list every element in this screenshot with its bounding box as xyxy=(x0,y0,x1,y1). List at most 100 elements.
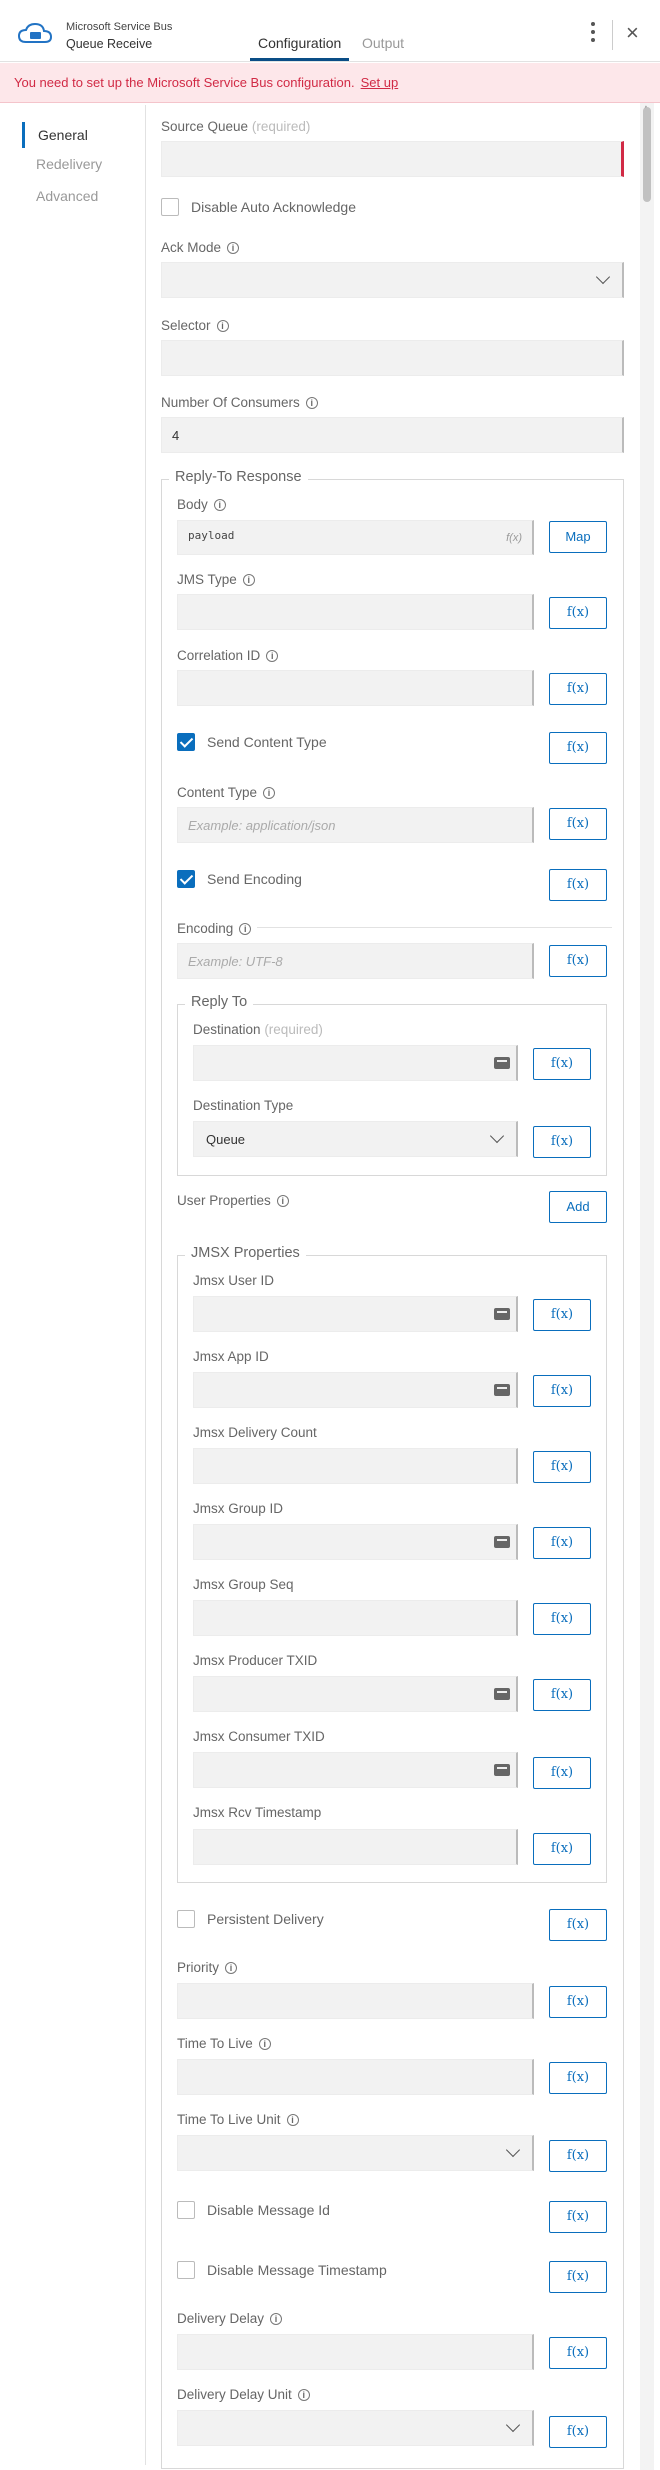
jmsx-properties-legend: JMSX Properties xyxy=(185,1245,306,1261)
jmsx-group-id-input[interactable] xyxy=(193,1524,518,1560)
disable-message-timestamp-checkbox[interactable] xyxy=(177,2261,195,2279)
info-icon: i xyxy=(297,2389,310,2401)
cloud-icon xyxy=(18,22,52,43)
jms-type-fx-button[interactable]: f(x) xyxy=(549,597,607,629)
jmsx-group-seq-fx-button[interactable]: f(x) xyxy=(533,1603,591,1635)
jmsx-delivery-count-fx-button[interactable]: f(x) xyxy=(533,1451,591,1483)
encoding-divider xyxy=(257,927,612,928)
jmsx-producer-txid-fx-button[interactable]: f(x) xyxy=(533,1679,591,1711)
user-properties-label: User Properties i xyxy=(177,1193,289,1208)
encoding-fx-button[interactable]: f(x) xyxy=(549,945,607,977)
jmsx-delivery-count-input[interactable] xyxy=(193,1448,518,1484)
jmsx-app-id-input[interactable] xyxy=(193,1372,518,1408)
info-icon: i xyxy=(213,499,226,511)
source-queue-input[interactable] xyxy=(161,141,624,177)
disable-message-id-checkbox[interactable] xyxy=(177,2201,195,2219)
persistent-delivery-fx-button[interactable]: f(x) xyxy=(549,1909,607,1941)
ack-mode-select[interactable] xyxy=(161,262,624,298)
destination-type-fx-button[interactable]: f(x) xyxy=(533,1126,591,1158)
more-menu-icon[interactable] xyxy=(588,22,598,46)
jmsx-rcv-timestamp-input[interactable] xyxy=(193,1829,518,1865)
sidebar-item-general[interactable]: General xyxy=(22,122,88,148)
info-icon: i xyxy=(239,923,252,935)
send-content-type-checkbox[interactable] xyxy=(177,733,195,751)
scrollbar-thumb[interactable] xyxy=(643,107,651,202)
delivery-delay-unit-select[interactable] xyxy=(177,2410,534,2446)
jmsx-app-id-fx-button[interactable]: f(x) xyxy=(533,1375,591,1407)
destination-input[interactable] xyxy=(193,1045,518,1081)
priority-fx-button[interactable]: f(x) xyxy=(549,1986,607,2018)
priority-label: Priority i xyxy=(177,1960,238,1975)
chevron-down-icon xyxy=(505,2417,521,2433)
destination-fx-button[interactable]: f(x) xyxy=(533,1048,591,1080)
map-button[interactable]: Map xyxy=(549,521,607,553)
tab-output[interactable]: Output xyxy=(362,35,404,51)
info-icon: i xyxy=(242,574,255,586)
jms-type-label: JMS Type i xyxy=(177,572,255,587)
reply-to-response-legend: Reply-To Response xyxy=(169,469,308,485)
persistent-delivery-label: Persistent Delivery xyxy=(207,1911,324,1927)
sidebar-item-advanced[interactable]: Advanced xyxy=(22,188,98,204)
setup-link[interactable]: Set up xyxy=(361,75,399,90)
send-encoding-fx-button[interactable]: f(x) xyxy=(549,869,607,901)
time-to-live-unit-fx-button[interactable]: f(x) xyxy=(549,2140,607,2172)
jmsx-user-id-fx-button[interactable]: f(x) xyxy=(533,1299,591,1331)
disable-message-id-fx-button[interactable]: f(x) xyxy=(549,2201,607,2233)
send-content-type-fx-button[interactable]: f(x) xyxy=(549,732,607,764)
send-content-type-label: Send Content Type xyxy=(207,734,327,750)
delivery-delay-fx-button[interactable]: f(x) xyxy=(549,2337,607,2369)
sidebar-item-redelivery[interactable]: Redelivery xyxy=(22,156,102,172)
priority-input[interactable] xyxy=(177,1983,534,2019)
jms-type-input[interactable] xyxy=(177,594,534,630)
ack-mode-label: Ack Mode i xyxy=(161,240,240,255)
send-encoding-checkbox[interactable] xyxy=(177,870,195,888)
info-icon: i xyxy=(305,397,318,409)
add-user-property-button[interactable]: Add xyxy=(549,1191,607,1223)
jmsx-consumer-txid-fx-button[interactable]: f(x) xyxy=(533,1757,591,1789)
content-type-label: Content Type i xyxy=(177,785,276,800)
jmsx-producer-txid-input[interactable] xyxy=(193,1676,518,1712)
delivery-delay-unit-label: Delivery Delay Unit i xyxy=(177,2387,310,2402)
jmsx-group-seq-input[interactable] xyxy=(193,1600,518,1636)
content-type-fx-button[interactable]: f(x) xyxy=(549,808,607,840)
jmsx-consumer-txid-input[interactable] xyxy=(193,1752,518,1788)
info-icon: i xyxy=(258,2038,271,2050)
jmsx-group-seq-label: Jmsx Group Seq xyxy=(193,1577,294,1592)
info-icon: i xyxy=(276,1195,289,1207)
scrollbar[interactable]: ▲ xyxy=(640,103,654,2470)
body-input[interactable]: payload f(x) xyxy=(177,520,534,555)
close-icon[interactable]: × xyxy=(626,22,639,44)
destination-type-select[interactable]: Queue xyxy=(193,1121,518,1157)
sidebar-divider xyxy=(145,105,146,2465)
time-to-live-unit-label: Time To Live Unit i xyxy=(177,2112,299,2127)
number-of-consumers-input[interactable]: 4 xyxy=(161,417,624,453)
delivery-delay-input[interactable] xyxy=(177,2334,534,2370)
tab-configuration[interactable]: Configuration xyxy=(258,35,341,59)
jmsx-group-id-fx-button[interactable]: f(x) xyxy=(533,1527,591,1559)
content-type-input[interactable]: Example: application/json xyxy=(177,807,534,843)
encoding-label: Encoding i xyxy=(177,921,252,936)
time-to-live-unit-select[interactable] xyxy=(177,2135,534,2171)
jmsx-user-id-input[interactable] xyxy=(193,1296,518,1332)
delivery-delay-label: Delivery Delay i xyxy=(177,2311,283,2326)
fx-inline-icon: f(x) xyxy=(506,532,522,544)
correlation-id-label: Correlation ID i xyxy=(177,648,279,663)
chevron-down-icon xyxy=(595,269,611,285)
encoding-input[interactable]: Example: UTF-8 xyxy=(177,943,534,979)
disable-auto-ack-label: Disable Auto Acknowledge xyxy=(191,199,356,215)
time-to-live-input[interactable] xyxy=(177,2059,534,2095)
chevron-down-icon xyxy=(505,2142,521,2158)
selector-input[interactable] xyxy=(161,340,624,376)
required-tag: (required) xyxy=(264,1022,323,1037)
destination-type-label: Destination Type xyxy=(193,1098,294,1113)
encoding-placeholder: Example: UTF-8 xyxy=(188,954,283,969)
disable-auto-ack-checkbox[interactable] xyxy=(161,198,179,216)
persistent-delivery-checkbox[interactable] xyxy=(177,1910,195,1928)
required-tag: (required) xyxy=(251,119,311,134)
correlation-id-input[interactable] xyxy=(177,670,534,706)
jmsx-rcv-timestamp-fx-button[interactable]: f(x) xyxy=(533,1833,591,1865)
correlation-id-fx-button[interactable]: f(x) xyxy=(549,673,607,705)
disable-message-timestamp-fx-button[interactable]: f(x) xyxy=(549,2261,607,2293)
time-to-live-fx-button[interactable]: f(x) xyxy=(549,2062,607,2094)
delivery-delay-unit-fx-button[interactable]: f(x) xyxy=(549,2416,607,2448)
